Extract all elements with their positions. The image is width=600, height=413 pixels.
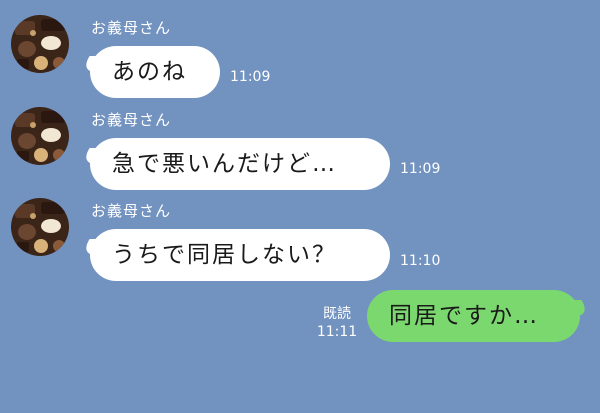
reply-bubble[interactable]: 同居ですか… [367,290,580,342]
message-bubble[interactable]: あのね [90,46,220,98]
read-label: 既読 [323,306,351,322]
sender-name: お義母さん [91,19,172,37]
reply-time: 11:11 [316,324,358,340]
message-text: あのね [112,59,187,85]
avatar-image [11,107,69,165]
reply-text: 同居ですか… [389,303,539,329]
message-bubble[interactable]: 急で悪いんだけど… [90,138,390,190]
chat-thread: お義母さん あのね 11:09 お義母さん 急で悪いんだけど… 11:09 お義… [0,0,600,413]
sender-avatar[interactable] [11,107,69,165]
sender-avatar[interactable] [11,198,69,256]
avatar-image [11,15,69,73]
read-receipt: 既読 11:11 [312,305,362,341]
message-text: 急で悪いんだけど… [112,151,337,177]
sender-avatar[interactable] [11,15,69,73]
sender-name: お義母さん [91,202,172,220]
message-time: 11:10 [400,253,441,269]
message-time: 11:09 [230,69,271,85]
message-bubble[interactable]: うちで同居しない？ [90,229,390,281]
message-time: 11:09 [400,161,441,177]
avatar-image [11,198,69,256]
message-text: うちで同居しない？ [112,242,337,268]
sender-name: お義母さん [91,111,172,129]
